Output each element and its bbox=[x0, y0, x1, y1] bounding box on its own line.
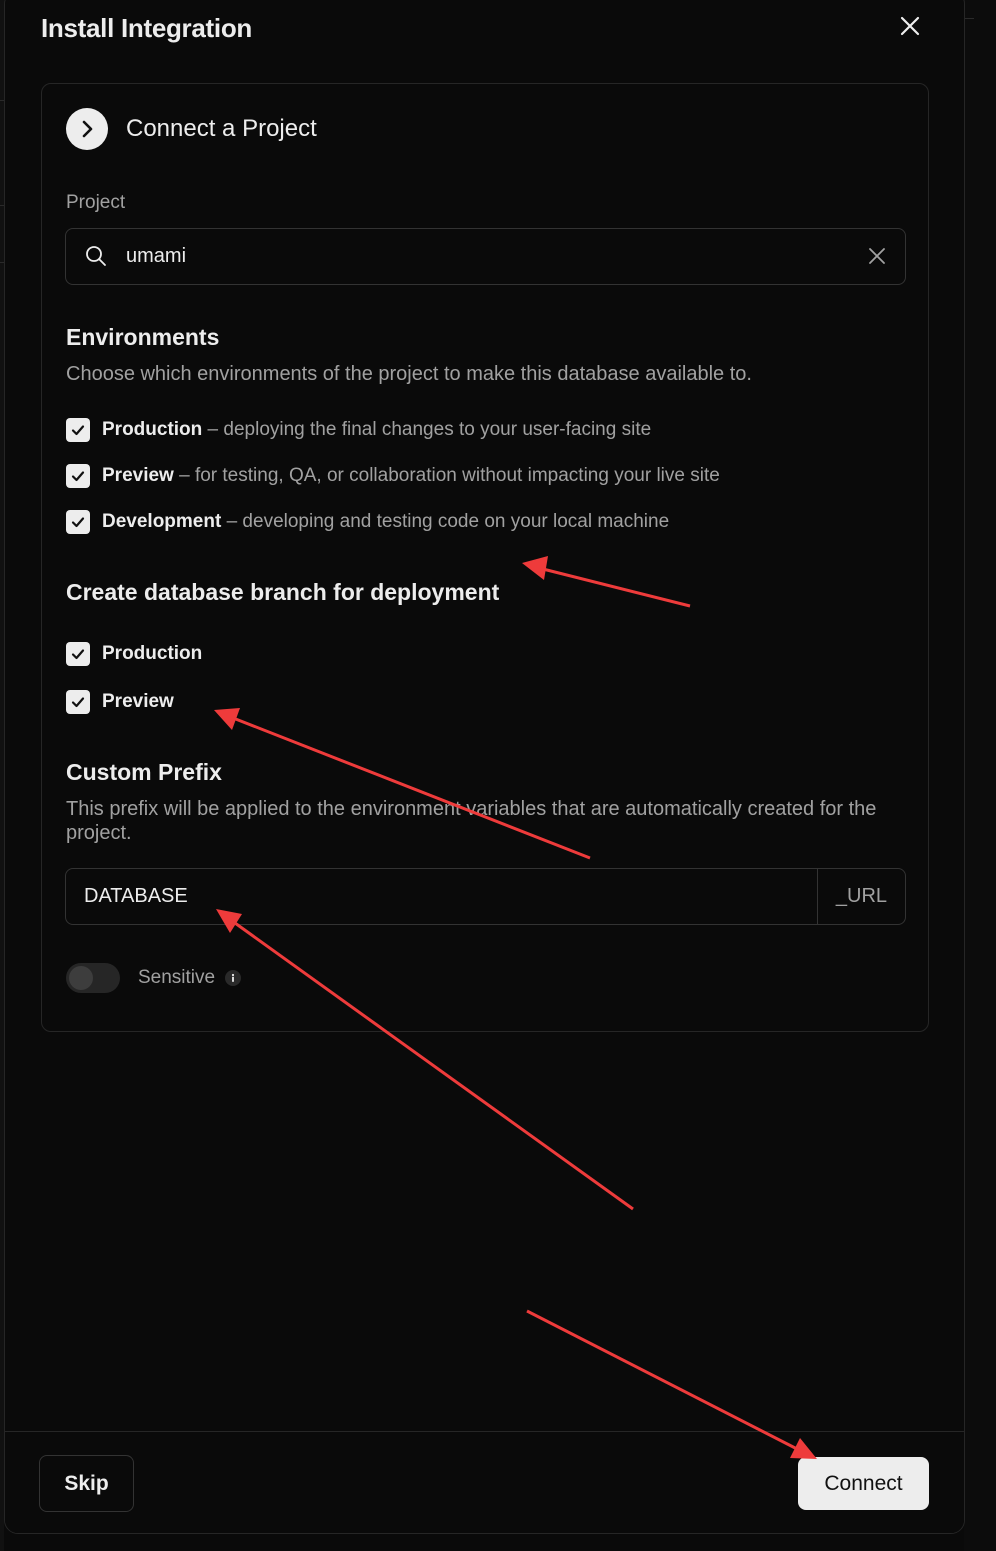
branch-production-label: Production bbox=[102, 643, 203, 664]
step-header: Connect a Project bbox=[66, 108, 317, 150]
project-select-input[interactable]: umami bbox=[65, 228, 906, 285]
connect-button[interactable]: Connect bbox=[798, 1457, 929, 1510]
prefix-title: Custom Prefix bbox=[66, 759, 222, 785]
prefix-description: This prefix will be applied to the envir… bbox=[66, 798, 877, 844]
sensitive-toggle[interactable] bbox=[66, 963, 120, 993]
chevron-right-icon bbox=[82, 120, 93, 138]
close-button[interactable] bbox=[895, 11, 925, 41]
install-integration-modal: Install Integration Connect a Project Pr… bbox=[4, 0, 965, 1534]
branch-option-preview[interactable]: Preview bbox=[66, 690, 174, 714]
sensitive-toggle-row: Sensitive bbox=[66, 963, 242, 993]
info-icon[interactable] bbox=[225, 970, 242, 986]
prefix-value[interactable]: DATABASE bbox=[66, 869, 817, 924]
env-option-production[interactable]: Production – deploying the final changes… bbox=[66, 418, 651, 442]
env-production-label: Production – deploying the final changes… bbox=[102, 419, 652, 440]
skip-button[interactable]: Skip bbox=[39, 1455, 134, 1512]
env-option-preview[interactable]: Preview – for testing, QA, or collaborat… bbox=[66, 464, 720, 488]
prefix-suffix: _URL bbox=[817, 869, 905, 924]
env-production-checkbox[interactable] bbox=[66, 418, 90, 442]
branch-preview-checkbox[interactable] bbox=[66, 690, 90, 714]
check-icon bbox=[71, 697, 85, 708]
check-icon bbox=[71, 471, 85, 482]
branch-production-checkbox[interactable] bbox=[66, 642, 90, 666]
search-icon bbox=[86, 246, 106, 266]
env-preview-label: Preview – for testing, QA, or collaborat… bbox=[102, 465, 720, 486]
custom-prefix-input[interactable]: DATABASE _URL bbox=[65, 868, 906, 925]
env-option-development[interactable]: Development – developing and testing cod… bbox=[66, 510, 669, 534]
step-indicator bbox=[66, 108, 108, 150]
modal-footer: Skip Connect bbox=[5, 1431, 964, 1533]
check-icon bbox=[71, 649, 85, 660]
background-divider bbox=[964, 18, 974, 19]
environments-title: Environments bbox=[66, 324, 220, 350]
project-label: Project bbox=[66, 192, 126, 213]
environments-description: Choose which environments of the project… bbox=[66, 363, 752, 385]
step-title: Connect a Project bbox=[126, 115, 317, 142]
toggle-knob bbox=[69, 966, 93, 990]
background-page-edge bbox=[964, 0, 996, 1551]
modal-title: Install Integration bbox=[41, 13, 252, 43]
branch-title: Create database branch for deployment bbox=[66, 579, 500, 605]
check-icon bbox=[71, 517, 85, 528]
env-development-checkbox[interactable] bbox=[66, 510, 90, 534]
check-icon bbox=[71, 425, 85, 436]
env-development-label: Development – developing and testing cod… bbox=[102, 511, 670, 532]
project-value: umami bbox=[126, 245, 187, 267]
close-icon bbox=[900, 16, 920, 36]
connect-project-card: Connect a Project Project umami Environm… bbox=[41, 83, 929, 1032]
sensitive-label: Sensitive bbox=[138, 967, 216, 988]
branch-option-production[interactable]: Production bbox=[66, 642, 202, 666]
clear-icon[interactable] bbox=[867, 246, 887, 266]
env-preview-checkbox[interactable] bbox=[66, 464, 90, 488]
branch-preview-label: Preview bbox=[102, 691, 174, 712]
